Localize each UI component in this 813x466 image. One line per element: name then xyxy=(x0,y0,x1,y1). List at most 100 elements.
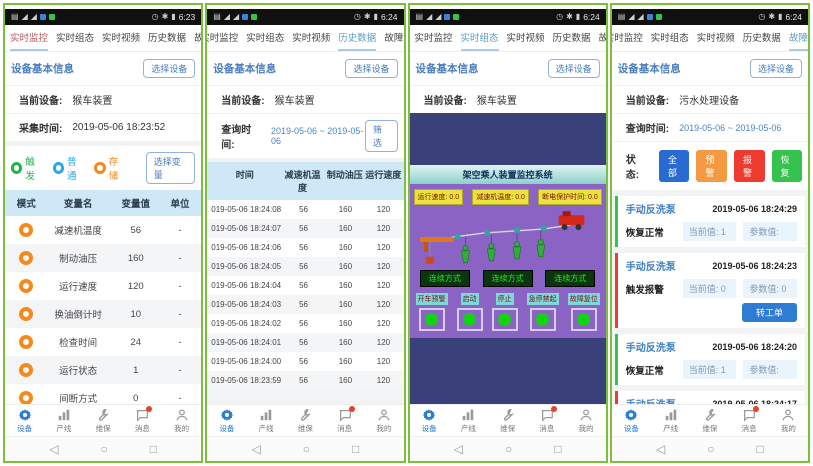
nav-profile[interactable]: 我的 xyxy=(364,408,403,434)
nav-messages[interactable]: 消息 xyxy=(325,408,364,434)
tab-history-data[interactable]: 历史数据 xyxy=(338,25,376,51)
history-table: 019-05-06 18:24:0856160120 019-05-06 18:… xyxy=(207,200,403,404)
nav-messages[interactable]: 消息 xyxy=(123,408,162,434)
filter-button[interactable]: 筛选 xyxy=(365,120,398,152)
nav-maintenance[interactable]: 维保 xyxy=(690,408,729,434)
table-row: 间断方式0- xyxy=(5,384,201,404)
bar-chart-icon xyxy=(259,408,273,422)
back-button[interactable]: ◁ xyxy=(454,443,463,455)
scada-view: 架空乘人装置监控系统 运行速度: 0.0 减速机温度: 0.0 断电保护时间: … xyxy=(410,113,606,404)
nav-maintenance[interactable]: 维保 xyxy=(286,408,325,434)
alarm-clock-icon: ◷ xyxy=(152,13,159,21)
alarm-card[interactable]: 手动反洗泵2019-05-06 18:24:17 触发报警当前值: 0参数值: … xyxy=(615,391,805,404)
stop-button[interactable] xyxy=(492,308,518,331)
recents-button[interactable]: □ xyxy=(352,443,359,455)
select-variable-button[interactable]: 选择变量 xyxy=(146,152,195,184)
green-indicator-light xyxy=(577,313,590,326)
query-time-value[interactable]: 2019-05-06 ~ 2019-05-06 xyxy=(271,126,365,146)
tab-realtime-video[interactable]: 实时视频 xyxy=(102,25,140,51)
tab-realtime-monitor[interactable]: 实时监控 xyxy=(612,25,643,51)
back-button[interactable]: ◁ xyxy=(252,443,261,455)
tab-fault-record[interactable]: 故障记录 xyxy=(789,25,808,51)
tab-history-data[interactable]: 历史数据 xyxy=(148,25,186,51)
select-device-button[interactable]: 选择设备 xyxy=(345,59,397,78)
start-button[interactable] xyxy=(457,308,483,331)
notification-icon xyxy=(49,14,55,20)
tab-realtime-video[interactable]: 实时视频 xyxy=(507,25,545,51)
tab-realtime-video[interactable]: 实时视频 xyxy=(292,25,330,51)
tab-realtime-scada[interactable]: 实时组态 xyxy=(651,25,689,51)
notification-icon xyxy=(453,14,459,20)
back-button[interactable]: ◁ xyxy=(656,443,665,455)
nav-maintenance[interactable]: 维保 xyxy=(488,408,527,434)
mode-selector[interactable]: 连续方式 xyxy=(483,270,533,287)
filter-warning-button[interactable]: 预警 xyxy=(696,150,727,182)
nav-production-line[interactable]: 产线 xyxy=(651,408,690,434)
home-button[interactable]: ○ xyxy=(707,443,714,455)
select-device-button[interactable]: 选择设备 xyxy=(548,59,600,78)
nav-device[interactable]: 设备 xyxy=(207,408,246,434)
nav-production-line[interactable]: 产线 xyxy=(449,408,488,434)
tab-realtime-video[interactable]: 实时视频 xyxy=(697,25,735,51)
message-icon xyxy=(742,408,756,422)
nav-maintenance[interactable]: 维保 xyxy=(84,408,123,434)
gear-icon xyxy=(220,408,234,422)
tab-fault-record[interactable]: 故障记录 xyxy=(384,25,403,51)
tab-realtime-scada[interactable]: 实时组态 xyxy=(461,25,499,51)
filter-all-button[interactable]: 全部 xyxy=(659,150,690,182)
device-value: 猴车装置 xyxy=(477,92,517,107)
nav-production-line[interactable]: 产线 xyxy=(44,408,83,434)
mode-selector[interactable]: 连续方式 xyxy=(420,270,470,287)
create-workorder-button[interactable]: 转工单 xyxy=(742,303,797,322)
nav-production-line[interactable]: 产线 xyxy=(247,408,286,434)
recents-button[interactable]: □ xyxy=(150,443,157,455)
estop-button[interactable] xyxy=(530,308,556,331)
home-button[interactable]: ○ xyxy=(100,443,107,455)
person-icon xyxy=(377,408,391,422)
select-device-button[interactable]: 选择设备 xyxy=(750,59,802,78)
filter-alarm-button[interactable]: 报警 xyxy=(734,150,765,182)
tab-realtime-monitor[interactable]: 实时监控 xyxy=(415,25,453,51)
bar-chart-icon xyxy=(57,408,71,422)
fault-reset-button[interactable] xyxy=(571,308,597,331)
back-button[interactable]: ◁ xyxy=(49,443,58,455)
gear-icon xyxy=(18,408,32,422)
tab-realtime-monitor[interactable]: 实时监控 xyxy=(10,25,48,51)
nav-device[interactable]: 设备 xyxy=(410,408,449,434)
legend-label: 普通 xyxy=(67,154,84,182)
query-time-value[interactable]: 2019-05-06 ~ 2019-05-06 xyxy=(679,123,781,133)
recents-button[interactable]: □ xyxy=(554,443,561,455)
alarm-card[interactable]: 手动反洗泵2019-05-06 18:24:29 恢复正常当前值: 1参数值: xyxy=(615,196,805,247)
tab-fault-record[interactable]: 故障记录 xyxy=(599,25,606,51)
tab-history-data[interactable]: 历史数据 xyxy=(743,25,781,51)
app-bottom-nav: 设备 产线 维保 消息 我的 xyxy=(5,404,201,436)
nav-label: 维保 xyxy=(96,423,111,434)
nav-label: 我的 xyxy=(174,423,189,434)
home-button[interactable]: ○ xyxy=(505,443,512,455)
prestart-warning-button[interactable] xyxy=(419,308,445,331)
gear-icon xyxy=(624,408,638,422)
alarm-title: 手动反洗泵 xyxy=(626,396,676,404)
tab-history-data[interactable]: 历史数据 xyxy=(553,25,591,51)
tab-realtime-scada[interactable]: 实时组态 xyxy=(246,25,284,51)
tab-realtime-scada[interactable]: 实时组态 xyxy=(56,25,94,51)
message-icon xyxy=(338,408,352,422)
nav-profile[interactable]: 我的 xyxy=(567,408,606,434)
nav-profile[interactable]: 我的 xyxy=(769,408,808,434)
select-device-button[interactable]: 选择设备 xyxy=(143,59,195,78)
mode-selector[interactable]: 连续方式 xyxy=(545,270,595,287)
nav-profile[interactable]: 我的 xyxy=(162,408,201,434)
table-row: 019-05-06 18:24:0556160120 xyxy=(207,257,403,276)
tab-realtime-monitor[interactable]: 实时监控 xyxy=(207,25,238,51)
filter-recover-button[interactable]: 恢复 xyxy=(772,150,803,182)
recents-button[interactable]: □ xyxy=(756,443,763,455)
alarm-card[interactable]: 手动反洗泵2019-05-06 18:24:23 触发报警当前值: 0参数值: … xyxy=(615,253,805,328)
alarm-card[interactable]: 手动反洗泵2019-05-06 18:24:20 恢复正常当前值: 1参数值: xyxy=(615,334,805,385)
android-nav-bar: ◁ ○ □ xyxy=(207,436,403,461)
home-button[interactable]: ○ xyxy=(303,443,310,455)
nav-messages[interactable]: 消息 xyxy=(730,408,769,434)
nav-device[interactable]: 设备 xyxy=(5,408,44,434)
nav-device[interactable]: 设备 xyxy=(612,408,651,434)
tab-fault-record[interactable]: 故障记录 xyxy=(194,25,201,51)
nav-messages[interactable]: 消息 xyxy=(527,408,566,434)
